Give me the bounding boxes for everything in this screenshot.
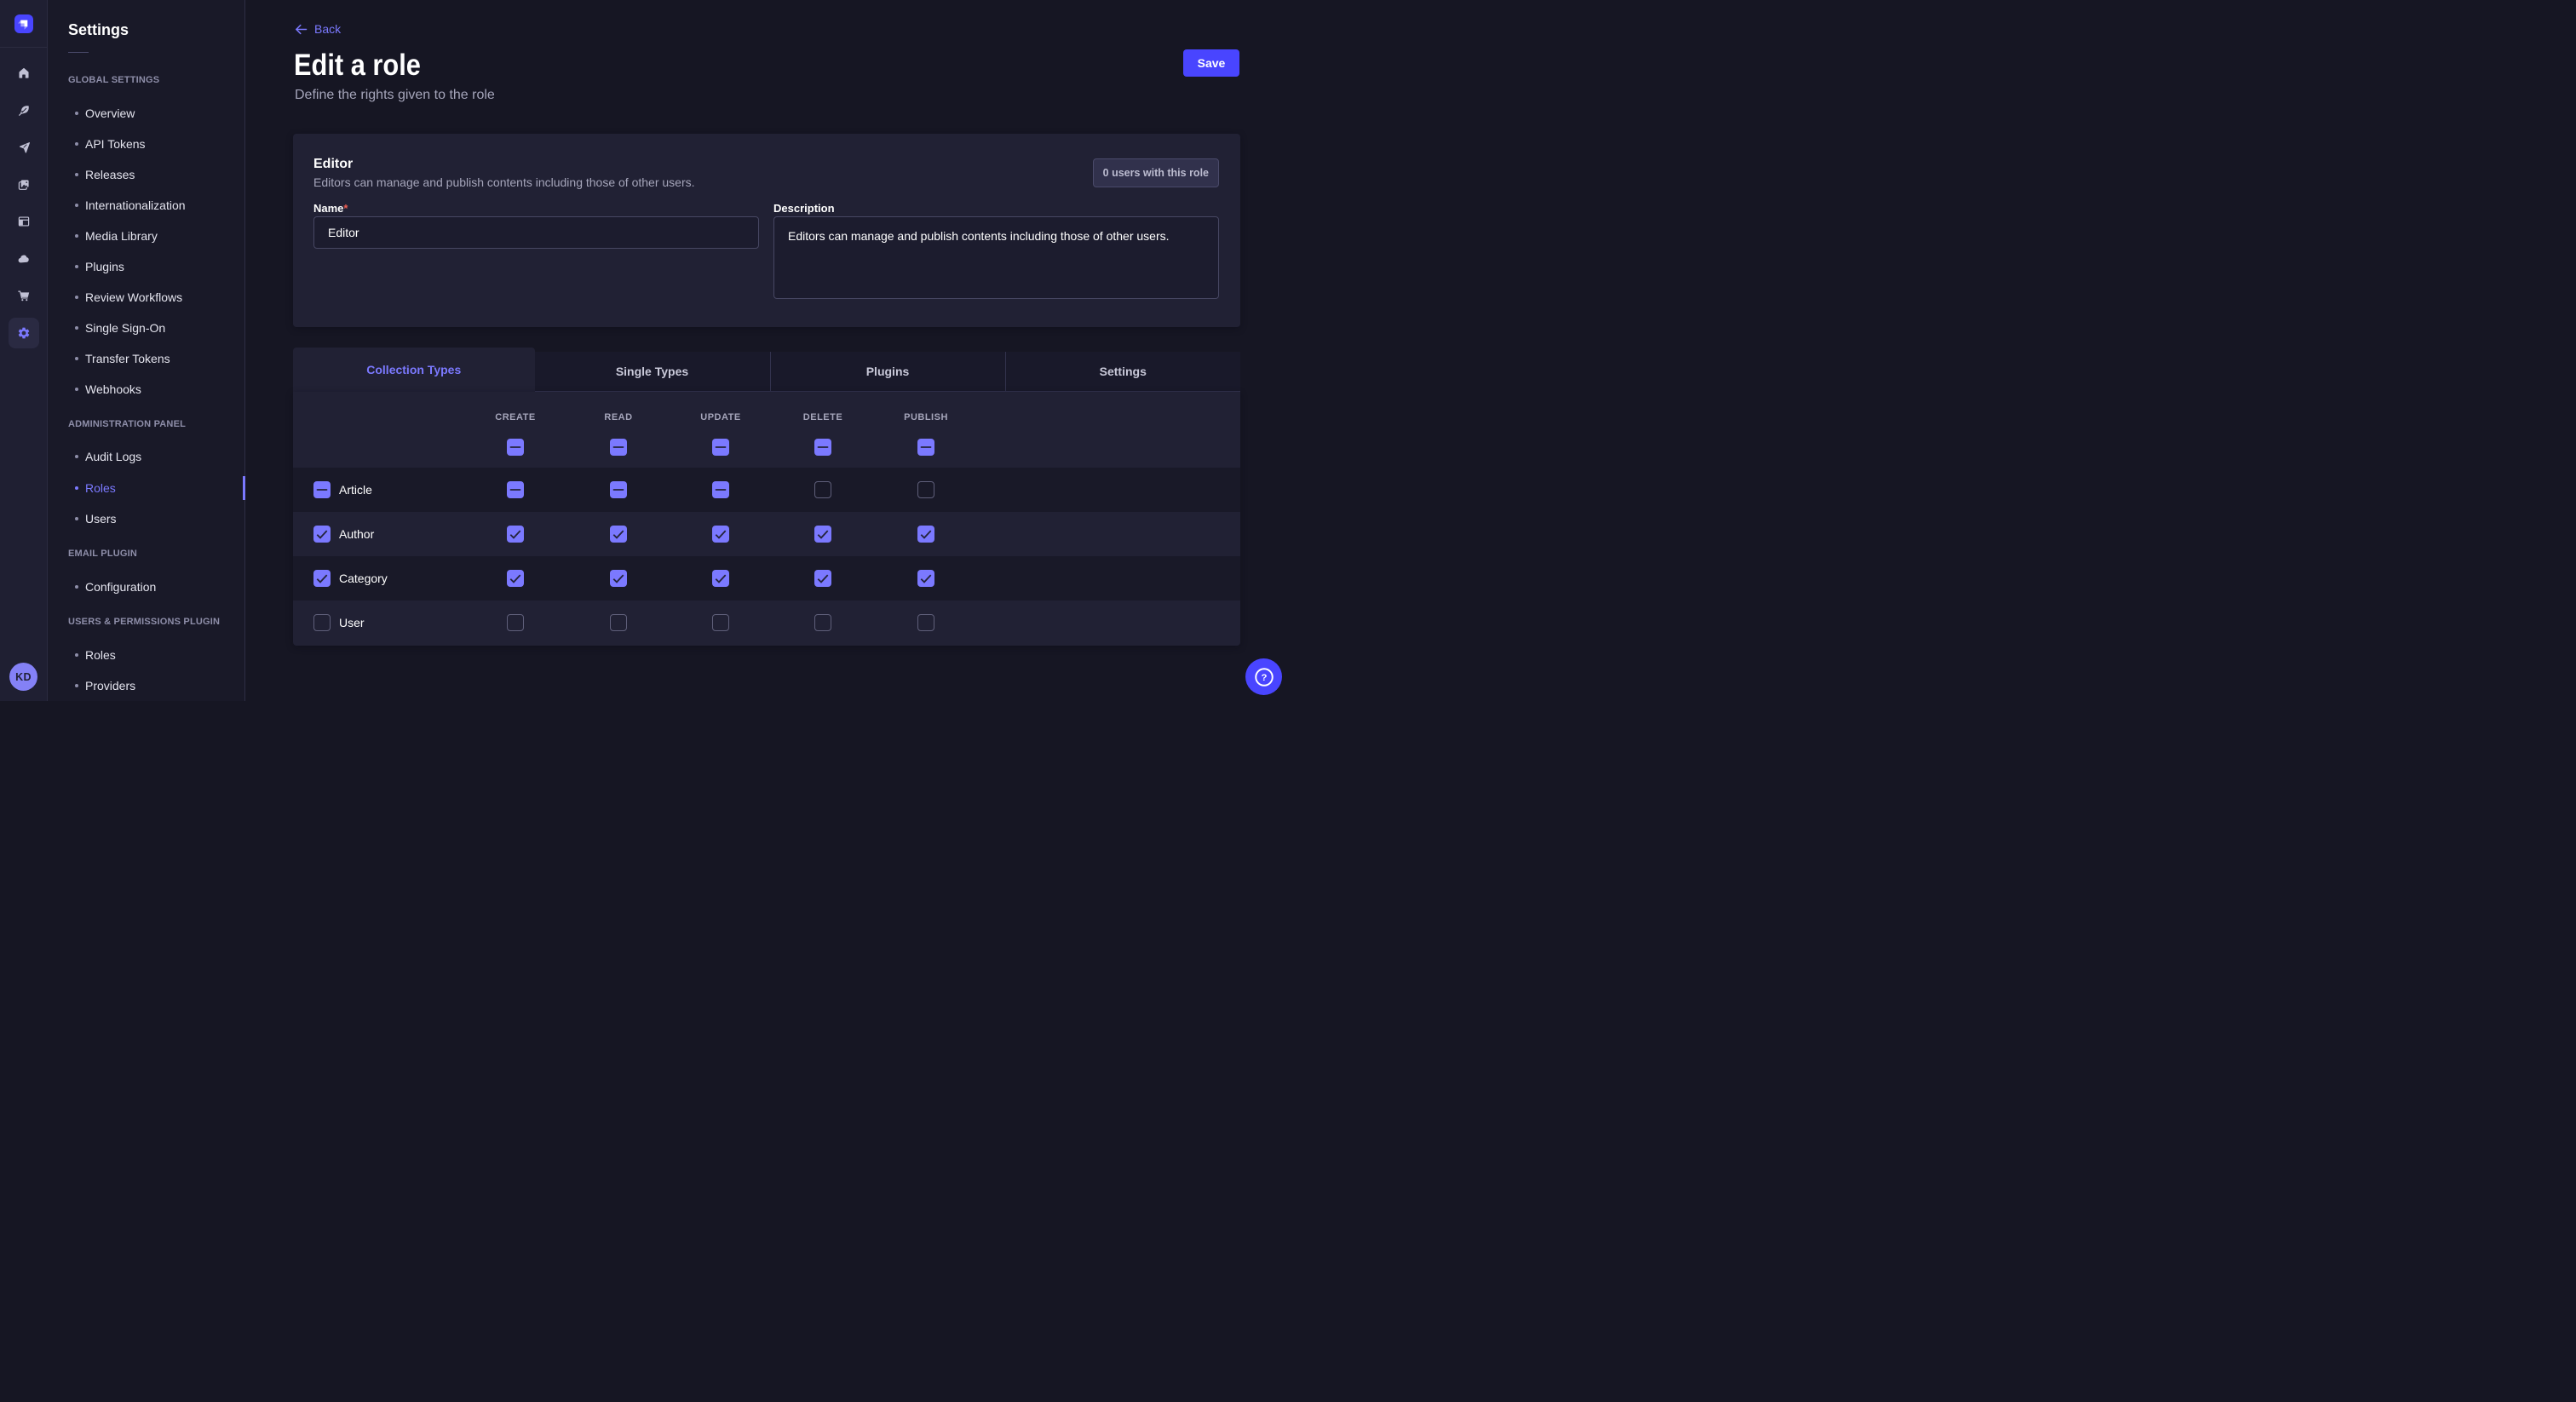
svg-text:?: ? — [1261, 672, 1267, 682]
